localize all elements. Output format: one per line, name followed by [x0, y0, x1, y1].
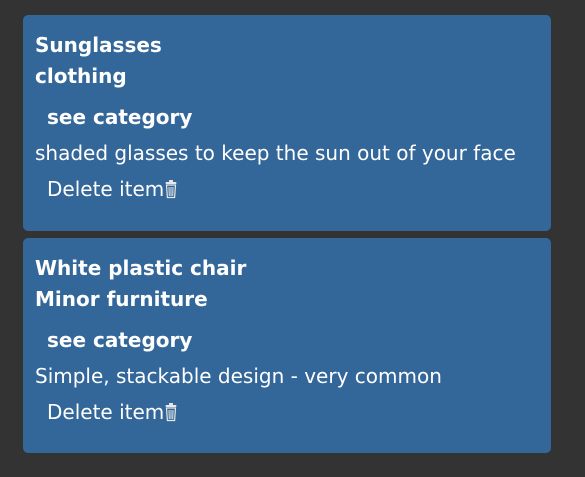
trash-icon — [165, 180, 177, 199]
item-category: clothing — [35, 64, 127, 88]
item-name: Sunglasses — [35, 33, 162, 57]
item-category: Minor furniture — [35, 287, 208, 311]
item-description: Simple, stackable design - very common — [35, 364, 442, 388]
delete-item-button[interactable]: Delete item — [47, 176, 177, 202]
delete-item-label: Delete item — [47, 177, 165, 201]
item-name: White plastic chair — [35, 256, 247, 280]
item-list: Sunglasses clothing see category shaded … — [23, 15, 551, 460]
delete-item-label: Delete item — [47, 400, 165, 424]
see-category-link[interactable]: see category — [47, 104, 192, 130]
delete-item-button[interactable]: Delete item — [47, 399, 177, 425]
see-category-link[interactable]: see category — [47, 327, 192, 353]
item-description: shaded glasses to keep the sun out of yo… — [35, 141, 516, 165]
trash-icon — [165, 403, 177, 422]
item-card: White plastic chair Minor furniture see … — [23, 238, 551, 453]
item-card: Sunglasses clothing see category shaded … — [23, 15, 551, 231]
